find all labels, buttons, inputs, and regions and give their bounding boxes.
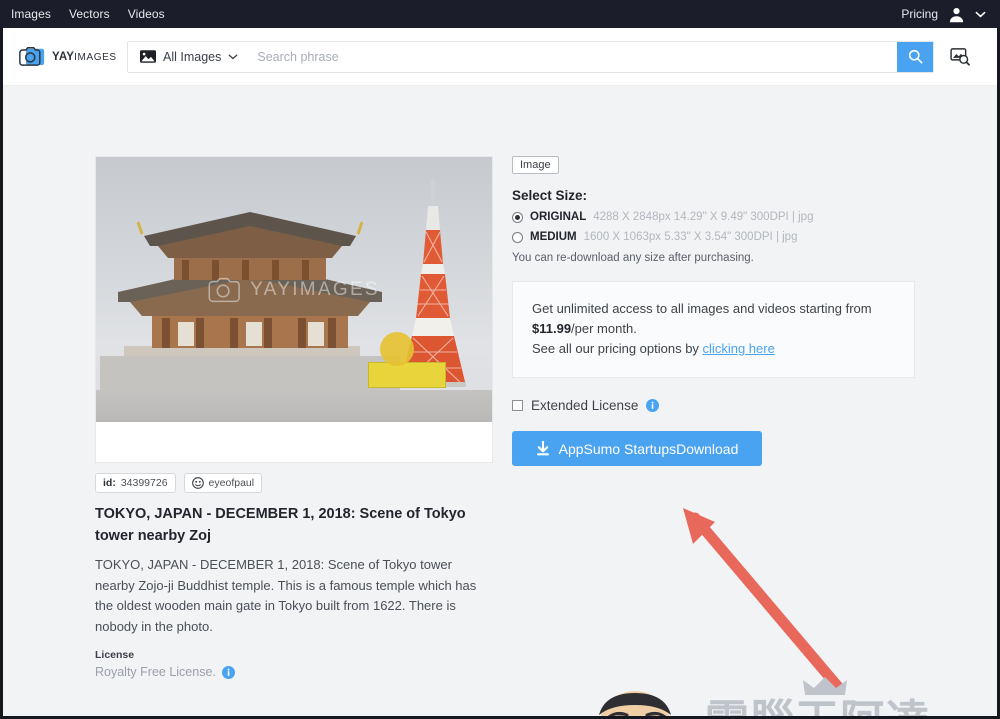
image-description: TOKYO, JAPAN - DECEMBER 1, 2018: Scene o… xyxy=(95,557,477,634)
extended-license-label: Extended License xyxy=(531,398,639,413)
mascot-face-icon xyxy=(599,691,671,716)
red-pointer-arrow xyxy=(683,508,845,694)
info-icon[interactable] xyxy=(646,399,660,412)
category-dropdown[interactable]: All Images xyxy=(128,42,250,72)
search-bar: All Images xyxy=(127,40,934,73)
promo-line-2: See all our pricing options by clicking … xyxy=(532,339,895,359)
browser-screenshot: Images Vectors Videos Pricing YAYIMAGES … xyxy=(0,0,1000,719)
top-navigation-bar: Images Vectors Videos Pricing xyxy=(0,0,1000,28)
nav-link-images[interactable]: Images xyxy=(11,7,51,21)
license-heading: License xyxy=(95,649,135,661)
kocpc-chinese-text: 電腦王阿達 xyxy=(705,685,930,716)
search-button[interactable] xyxy=(897,41,933,72)
size-option-medium[interactable]: MEDIUM 1600 X 1063px 5.33" X 3.54" 300DP… xyxy=(512,231,922,243)
top-nav-account-area: Pricing xyxy=(901,6,1000,23)
radio-original[interactable] xyxy=(512,211,523,223)
photo-ground xyxy=(96,390,492,422)
chevron-down-icon[interactable] xyxy=(975,10,986,18)
image-icon xyxy=(140,50,156,63)
extended-license-checkbox[interactable] xyxy=(512,400,523,411)
page-content: YAYIMAGES id: 34399726 eyeofpaul TOKYO, … xyxy=(3,87,997,716)
face-icon xyxy=(191,477,204,489)
redownload-note: You can re-download any size after purch… xyxy=(512,252,754,264)
promo-line-1: Get unlimited access to all images and v… xyxy=(532,299,895,339)
license-value: Royalty Free License. xyxy=(95,665,216,679)
image-preview-card: YAYIMAGES xyxy=(95,156,493,463)
image-id-value: 34399726 xyxy=(120,477,168,489)
user-avatar-icon[interactable] xyxy=(948,6,965,23)
brand-yay: YAY xyxy=(52,50,75,63)
image-title: TOKYO, JAPAN - DECEMBER 1, 2018: Scene o… xyxy=(95,506,466,544)
temple-sign xyxy=(368,362,446,388)
contributor-name: eyeofpaul xyxy=(208,477,255,489)
info-icon[interactable] xyxy=(221,665,235,679)
nav-link-pricing[interactable]: Pricing xyxy=(901,7,938,21)
purchase-panel: Image Select Size: ORIGINAL 4288 X 2848p… xyxy=(512,155,922,466)
preview-photo[interactable]: YAYIMAGES xyxy=(96,157,492,422)
promo-line-1-post: /per month. xyxy=(571,321,637,336)
promo-line-2-pre: See all our pricing options by xyxy=(532,341,703,356)
browser-viewport: YAYIMAGES All Images Search phrase YAYIM… xyxy=(0,28,1000,719)
subscription-promo-box: Get unlimited access to all images and v… xyxy=(512,281,915,378)
size-name-original: ORIGINAL xyxy=(530,211,587,223)
size-option-original[interactable]: ORIGINAL 4288 X 2848px 14.29" X 9.49" 30… xyxy=(512,211,922,223)
category-label: All Images xyxy=(163,49,222,64)
top-nav-links: Images Vectors Videos xyxy=(0,7,165,21)
search-icon xyxy=(908,49,922,64)
chevron-down-icon xyxy=(228,53,238,60)
pricing-link[interactable]: clicking here xyxy=(703,341,775,356)
asset-type-badge: Image xyxy=(512,156,559,174)
image-id-badge: id: 34399726 xyxy=(95,473,176,493)
kocpc-mascot-logo: 電腦王阿達 http://www.kocpc.com.tw xyxy=(573,677,993,716)
size-name-medium: MEDIUM xyxy=(530,231,577,243)
promo-price: $11.99 xyxy=(532,321,572,336)
download-button[interactable]: AppSumo StartupsDownload xyxy=(512,431,762,466)
license-row: Royalty Free License. xyxy=(95,665,495,679)
reverse-image-search-button[interactable] xyxy=(948,45,972,69)
download-button-label: AppSumo StartupsDownload xyxy=(558,440,739,457)
download-icon xyxy=(536,441,549,456)
extended-license-row: Extended License xyxy=(512,398,922,413)
promo-line-1-pre: Get unlimited access to all images and v… xyxy=(532,301,872,316)
temple-illustration xyxy=(100,212,400,396)
brand-wordmark: YAYIMAGES xyxy=(52,51,117,63)
site-logo[interactable]: YAYIMAGES xyxy=(3,46,121,67)
image-metadata: id: 34399726 eyeofpaul TOKYO, JAPAN - DE… xyxy=(95,473,495,679)
select-size-heading: Select Size: xyxy=(512,188,588,203)
radio-medium[interactable] xyxy=(512,231,523,243)
search-input[interactable] xyxy=(250,41,897,72)
nav-link-vectors[interactable]: Vectors xyxy=(69,7,110,21)
size-spec-original: 4288 X 2848px 14.29" X 9.49" 300DPI | jp… xyxy=(593,211,814,223)
image-id-label: id: xyxy=(103,477,116,489)
image-search-icon xyxy=(950,47,970,66)
nav-link-videos[interactable]: Videos xyxy=(128,7,165,21)
camera-icon xyxy=(19,46,45,67)
brand-images: IMAGES xyxy=(74,51,117,63)
meta-badges: id: 34399726 eyeofpaul xyxy=(95,473,495,493)
contributor-badge[interactable]: eyeofpaul xyxy=(183,473,263,493)
size-spec-medium: 1600 X 1063px 5.33" X 3.54" 300DPI | jpg xyxy=(583,231,798,243)
site-header: YAYIMAGES All Images xyxy=(3,28,997,86)
yellow-tree xyxy=(380,332,414,366)
